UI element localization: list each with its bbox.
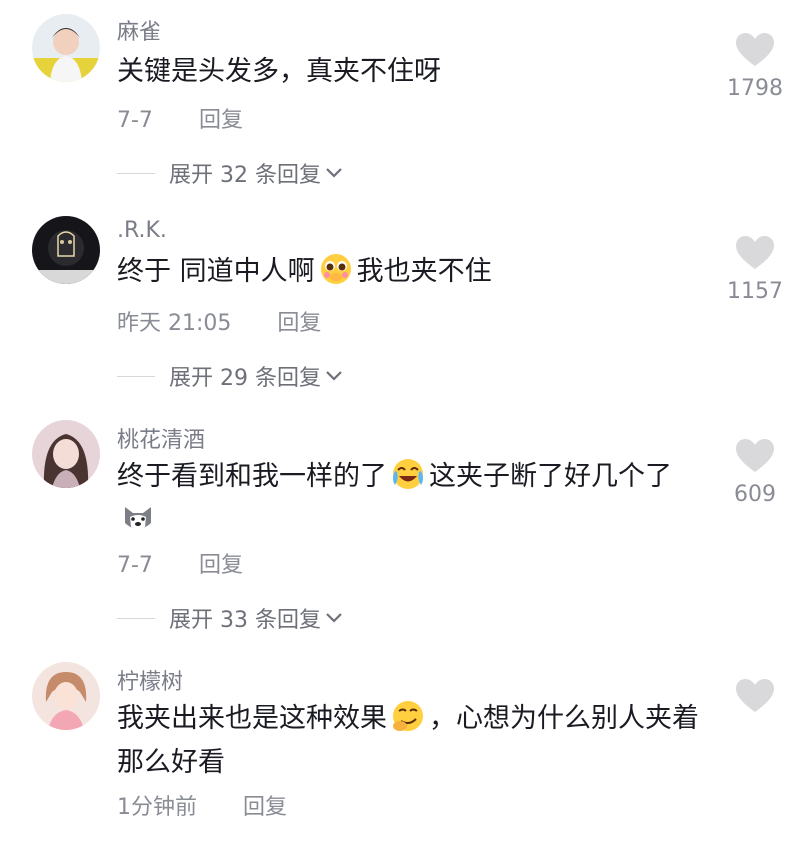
comment-text-part: 终于 同道中人啊 [117, 256, 315, 287]
like-count: 609 [734, 482, 776, 507]
comment-username[interactable]: 桃花清酒 [117, 422, 205, 454]
comment-date: 1分钟前 [117, 795, 197, 820]
husky-dog-emoji [121, 501, 155, 535]
comment-text: 终于看到和我一样的了 这夹子断了好几个了 [117, 455, 707, 543]
expand-replies-label: 展开 32 条回复 [169, 163, 321, 188]
avatar[interactable] [32, 216, 100, 284]
comment-meta: 7-7 回复 [117, 102, 243, 134]
comment-text: 我夹出来也是这种效果 ，心想为什么别人夹着那么好看 [117, 697, 707, 785]
comment-date: 7-7 [117, 553, 153, 578]
avatar[interactable] [32, 14, 100, 82]
comment-text-part: 终于看到和我一样的了 [117, 461, 387, 492]
comment-text-part: 我夹出来也是这种效果 [117, 703, 387, 734]
comment-meta: 1分钟前 回复 [117, 789, 287, 821]
comment-text-part: 这夹子断了好几个了 [429, 461, 672, 492]
crying-laughing-emoji [391, 457, 425, 491]
comment-text: 关键是头发多，真夹不住呀 [117, 50, 717, 94]
expand-replies-label: 展开 29 条回复 [169, 366, 321, 391]
like-button[interactable]: 1157 [722, 235, 788, 304]
chevron-down-icon [326, 613, 342, 623]
comment-text-part: 我也夹不住 [356, 256, 492, 287]
comment-date: 7-7 [117, 108, 153, 133]
comment-username[interactable]: 柠檬树 [117, 664, 183, 696]
chevron-down-icon [326, 168, 342, 178]
expand-replies-button[interactable]: 展开 29 条回复 [117, 360, 343, 392]
heart-icon[interactable] [735, 32, 775, 68]
comment-meta: 昨天 21:05 回复 [117, 305, 321, 337]
comment-username[interactable]: .R.K. [117, 218, 167, 243]
pleading-face-emoji [319, 252, 353, 286]
smirking-face-emoji [391, 699, 425, 733]
comment-text-part: 关键是头发多，真夹不住呀 [117, 56, 441, 87]
like-button[interactable]: 609 [722, 438, 788, 507]
like-count: 1798 [727, 76, 783, 101]
comment-meta: 7-7 回复 [117, 547, 243, 579]
chevron-down-icon [326, 371, 342, 381]
heart-icon[interactable] [735, 235, 775, 271]
reply-button[interactable]: 回复 [277, 311, 321, 336]
divider-line [117, 375, 155, 377]
divider-line [117, 172, 155, 174]
comment-username[interactable]: 麻雀 [117, 14, 161, 46]
reply-button[interactable]: 回复 [199, 553, 243, 578]
comment-text: 终于 同道中人啊 我也夹不住 [117, 250, 717, 294]
heart-icon[interactable] [735, 678, 775, 714]
comment-date: 昨天 21:05 [117, 311, 232, 336]
reply-button[interactable]: 回复 [199, 108, 243, 133]
like-button[interactable] [722, 678, 788, 714]
divider-line [117, 617, 155, 619]
like-count: 1157 [727, 279, 783, 304]
expand-replies-button[interactable]: 展开 32 条回复 [117, 157, 343, 189]
avatar[interactable] [32, 420, 100, 488]
expand-replies-button[interactable]: 展开 33 条回复 [117, 602, 343, 634]
reply-button[interactable]: 回复 [243, 795, 287, 820]
expand-replies-label: 展开 33 条回复 [169, 608, 321, 633]
heart-icon[interactable] [735, 438, 775, 474]
like-button[interactable]: 1798 [722, 32, 788, 101]
avatar[interactable] [32, 662, 100, 730]
